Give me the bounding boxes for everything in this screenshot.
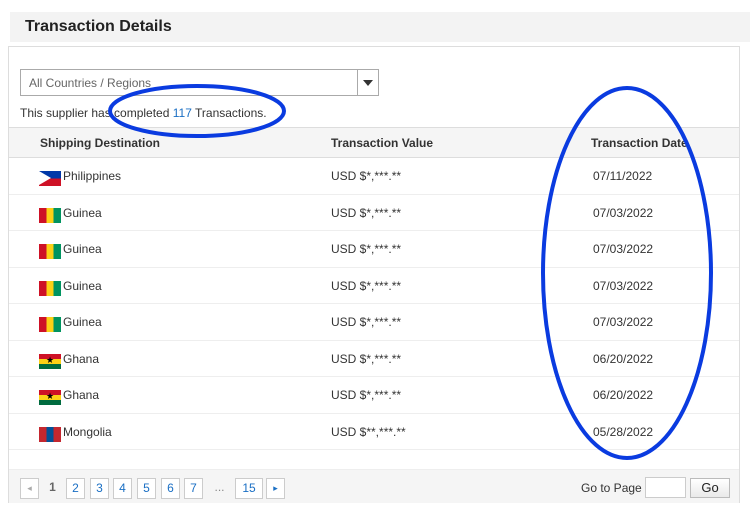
flag-gh-icon [39,390,61,405]
flag-gn-icon [39,317,61,332]
summary-prefix: This supplier has completed [20,106,173,120]
pagination-bar: ◂ 1 2 3 4 5 6 7 ... 15 ▸ Go to Page Go [9,469,739,503]
transaction-value: USD $*,***.** [331,351,402,366]
chevron-down-icon[interactable] [357,70,378,95]
transaction-value: USD $*,***.** [331,169,402,183]
destination: Ghana [63,388,100,402]
destination: Mongolia [63,424,112,439]
flag-gn-icon [39,207,61,223]
page-2-button[interactable]: 2 [66,478,85,499]
table-row: Guinea USD $*,***.** 07/03/2022 [9,231,739,268]
page-7-button[interactable]: 7 [184,478,203,499]
table-row: Ghana USD $*,***.** 06/20/2022 [9,377,739,414]
transaction-value: USD $*,***.** [331,242,402,256]
transaction-date: 05/28/2022 [593,424,654,439]
transaction-date: 07/03/2022 [593,205,654,220]
flag-mn-icon [39,426,61,442]
destination: Guinea [63,205,102,220]
go-button[interactable]: Go [690,478,730,498]
destination: Philippines [63,169,122,183]
page-current: 1 [49,480,56,494]
header-shipping-destination: Shipping Destination [40,136,160,150]
page-4-button[interactable]: 4 [113,478,132,499]
header-transaction-date: Transaction Date [591,136,688,150]
page-6-button[interactable]: 6 [161,478,180,499]
goto-page-label: Go to Page [581,481,642,495]
transaction-count: 117 [172,106,192,120]
destination: Guinea [63,242,102,256]
select-value: All Countries / Regions [29,76,152,90]
header-transaction-value: Transaction Value [331,136,434,150]
table-row: Guinea USD $*,***.** 07/03/2022 [9,268,739,304]
summary-suffix: Transactions. [191,106,267,120]
section-title: Transaction Details [25,18,172,35]
destination: Ghana [63,351,100,366]
transaction-date: 07/11/2022 [593,169,653,183]
destination: Guinea [63,278,102,293]
transaction-date: 06/20/2022 [593,351,654,366]
page-15-button[interactable]: 15 [235,478,263,499]
transaction-value: USD $*,***.** [331,388,402,402]
transaction-value: USD $*,***.** [331,205,402,220]
transaction-panel: All Countries / Regions This supplier ha… [8,46,740,503]
page-ellipsis: ... [214,480,225,494]
table-row: Mongolia USD $**,***.** 05/28/2022 [9,414,739,450]
transaction-date: 07/03/2022 [593,315,654,329]
table-row: Guinea USD $*,***.** 07/03/2022 [9,195,739,231]
country-region-select[interactable]: All Countries / Regions [20,69,379,96]
prev-page-button[interactable]: ◂ [20,478,39,499]
transaction-value: USD $**,***.** [331,424,406,439]
table-row: Guinea USD $*,***.** 07/03/2022 [9,304,739,341]
goto-page-input[interactable] [645,477,686,498]
transaction-summary: This supplier has completed 117 Transact… [20,106,267,120]
transaction-value: USD $*,***.** [331,278,402,293]
transaction-date: 07/03/2022 [593,278,654,293]
destination: Guinea [63,315,102,329]
page-5-button[interactable]: 5 [137,478,156,499]
next-page-button[interactable]: ▸ [266,478,285,499]
transaction-date: 06/20/2022 [593,388,654,402]
table-header: Shipping Destination Transaction Value T… [9,127,739,158]
page-3-button[interactable]: 3 [90,478,109,499]
section-header: Transaction Details [10,12,750,42]
transaction-date: 07/03/2022 [593,242,654,256]
flag-gh-icon [39,353,61,369]
flag-gn-icon [39,280,61,296]
table-row: Ghana USD $*,***.** 06/20/2022 [9,341,739,377]
transaction-value: USD $*,***.** [331,315,402,329]
table-row: Philippines USD $*,***.** 07/11/2022 [9,158,739,195]
flag-gn-icon [39,244,61,259]
flag-ph-icon [39,171,61,186]
